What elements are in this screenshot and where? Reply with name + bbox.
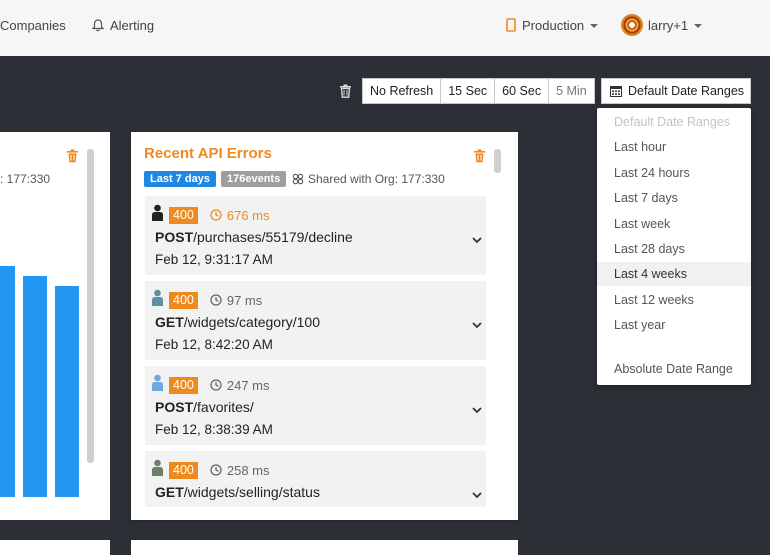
duration: 247 ms: [210, 378, 270, 393]
status-badge: 400: [169, 461, 198, 479]
option-last-week[interactable]: Last week: [597, 212, 751, 236]
request-path: POST/favorites/: [155, 399, 254, 415]
status-badge: 400: [169, 291, 198, 309]
dropdown-header: Default Date Ranges: [614, 115, 731, 129]
error-meta: 400 676 ms: [151, 204, 270, 226]
request-path: GET/widgets/category/100: [155, 314, 320, 330]
chart-bar: [55, 286, 79, 497]
refresh-interval-group: No Refresh 15 Sec 60 Sec 5 Min: [362, 78, 595, 104]
endpoint: /widgets/selling/status: [183, 484, 320, 500]
option-last-hour[interactable]: Last hour: [597, 135, 751, 159]
range-tag: Last 7 days: [144, 171, 216, 187]
refresh-15-sec[interactable]: 15 Sec: [441, 79, 496, 103]
trash-icon[interactable]: [339, 84, 352, 103]
date-range-button[interactable]: Default Date Ranges: [601, 78, 751, 104]
trash-icon[interactable]: [473, 149, 486, 168]
duration: 258 ms: [210, 463, 270, 478]
clock-icon: [210, 209, 222, 221]
refresh-5-min[interactable]: 5 Min: [549, 79, 594, 103]
chevron-down-icon[interactable]: [472, 401, 482, 419]
error-meta: 400 97 ms: [151, 289, 262, 311]
option-last-year[interactable]: Last year: [597, 313, 751, 337]
duration: 97 ms: [210, 293, 262, 308]
clock-icon: [210, 294, 222, 306]
error-item[interactable]: 400 258 ms GET/widgets/selling/status: [145, 451, 486, 507]
nav-companies[interactable]: Companies: [0, 0, 66, 50]
clock-icon: [210, 464, 222, 476]
refresh-no-refresh[interactable]: No Refresh: [363, 79, 442, 103]
duration-text: 676 ms: [226, 207, 270, 223]
left-org-label: : 177:330: [0, 172, 51, 186]
phone-icon: [506, 18, 516, 32]
error-meta: 400 247 ms: [151, 374, 270, 396]
chevron-down-icon: [590, 24, 599, 28]
http-method: GET: [155, 314, 184, 330]
widget-card: [0, 540, 110, 555]
user-name: larry+1: [648, 17, 689, 33]
option-last-7-days[interactable]: Last 7 days: [597, 186, 751, 210]
timestamp: Feb 12, 8:38:39 AM: [155, 422, 273, 437]
clock-icon: [210, 379, 222, 391]
request-path: POST/purchases/55179/decline: [155, 229, 353, 245]
user-icon: [151, 459, 164, 481]
widget-card: [131, 540, 518, 555]
chart-bar: [23, 276, 47, 497]
shared-label: Shared with Org: 177:330: [292, 172, 445, 186]
environment-selector[interactable]: Production: [506, 0, 599, 50]
error-item[interactable]: 400 247 ms POST/favorites/ Feb 12, 8:38:…: [145, 366, 486, 445]
events-tag: 176events: [221, 171, 287, 187]
duration-text: 258 ms: [226, 462, 270, 478]
request-path: GET/widgets/selling/status: [155, 484, 320, 500]
date-range-label: Default Date Ranges: [628, 84, 745, 98]
error-item[interactable]: 400 97 ms GET/widgets/category/100 Feb 1…: [145, 281, 486, 360]
chevron-down-icon[interactable]: [472, 316, 482, 334]
user-icon: [151, 204, 164, 226]
chevron-down-icon: [694, 24, 703, 28]
avatar: [621, 14, 643, 36]
http-method: POST: [155, 399, 194, 415]
shared-text: Shared with Org: 177:330: [308, 172, 445, 186]
environment-label: Production: [522, 17, 585, 33]
status-badge: 400: [169, 376, 198, 394]
date-range-dropdown: Default Date Ranges Last hour Last 24 ho…: [597, 108, 751, 385]
chevron-down-icon[interactable]: [472, 486, 482, 504]
chevron-down-icon[interactable]: [472, 231, 482, 249]
nav-companies-label: Companies: [0, 17, 66, 33]
nav-alerting-label: Alerting: [110, 17, 155, 33]
trash-icon[interactable]: [66, 149, 79, 168]
endpoint: /favorites/: [193, 399, 254, 415]
scrollbar[interactable]: [494, 149, 501, 173]
error-meta: 400 258 ms: [151, 459, 270, 481]
duration-text: 247 ms: [226, 377, 270, 393]
user-icon: [151, 289, 164, 311]
bell-icon: [92, 18, 104, 32]
duration-text: 97 ms: [226, 292, 263, 308]
status-badge: 400: [169, 206, 198, 224]
timestamp: Feb 12, 8:42:20 AM: [155, 337, 273, 352]
option-absolute-date-range[interactable]: Absolute Date Range: [597, 357, 751, 381]
calendar-icon: [610, 85, 622, 97]
error-item[interactable]: 400 676 ms POST/purchases/55179/decline …: [145, 196, 486, 275]
refresh-60-sec[interactable]: 60 Sec: [495, 79, 550, 103]
http-method: GET: [155, 484, 184, 500]
option-last-4-weeks[interactable]: Last 4 weeks: [597, 262, 751, 286]
timestamp: Feb 12, 9:31:17 AM: [155, 252, 273, 267]
endpoint: /purchases/55179/decline: [193, 229, 353, 245]
option-last-24-hours[interactable]: Last 24 hours: [597, 161, 751, 185]
user-icon: [151, 374, 164, 396]
nav-alerting[interactable]: Alerting: [92, 0, 154, 50]
user-menu[interactable]: larry+1: [621, 0, 703, 50]
option-last-12-weeks[interactable]: Last 12 weeks: [597, 288, 751, 312]
share-icon: [292, 173, 304, 185]
option-last-28-days[interactable]: Last 28 days: [597, 237, 751, 261]
http-method: POST: [155, 229, 194, 245]
duration: 676 ms: [210, 208, 270, 223]
scrollbar[interactable]: [87, 149, 94, 463]
endpoint: /widgets/category/100: [183, 314, 320, 330]
card-title: Recent API Errors: [144, 145, 272, 162]
top-nav: Companies Alerting Production larry+1: [0, 0, 770, 56]
chart-bar: [0, 266, 15, 497]
